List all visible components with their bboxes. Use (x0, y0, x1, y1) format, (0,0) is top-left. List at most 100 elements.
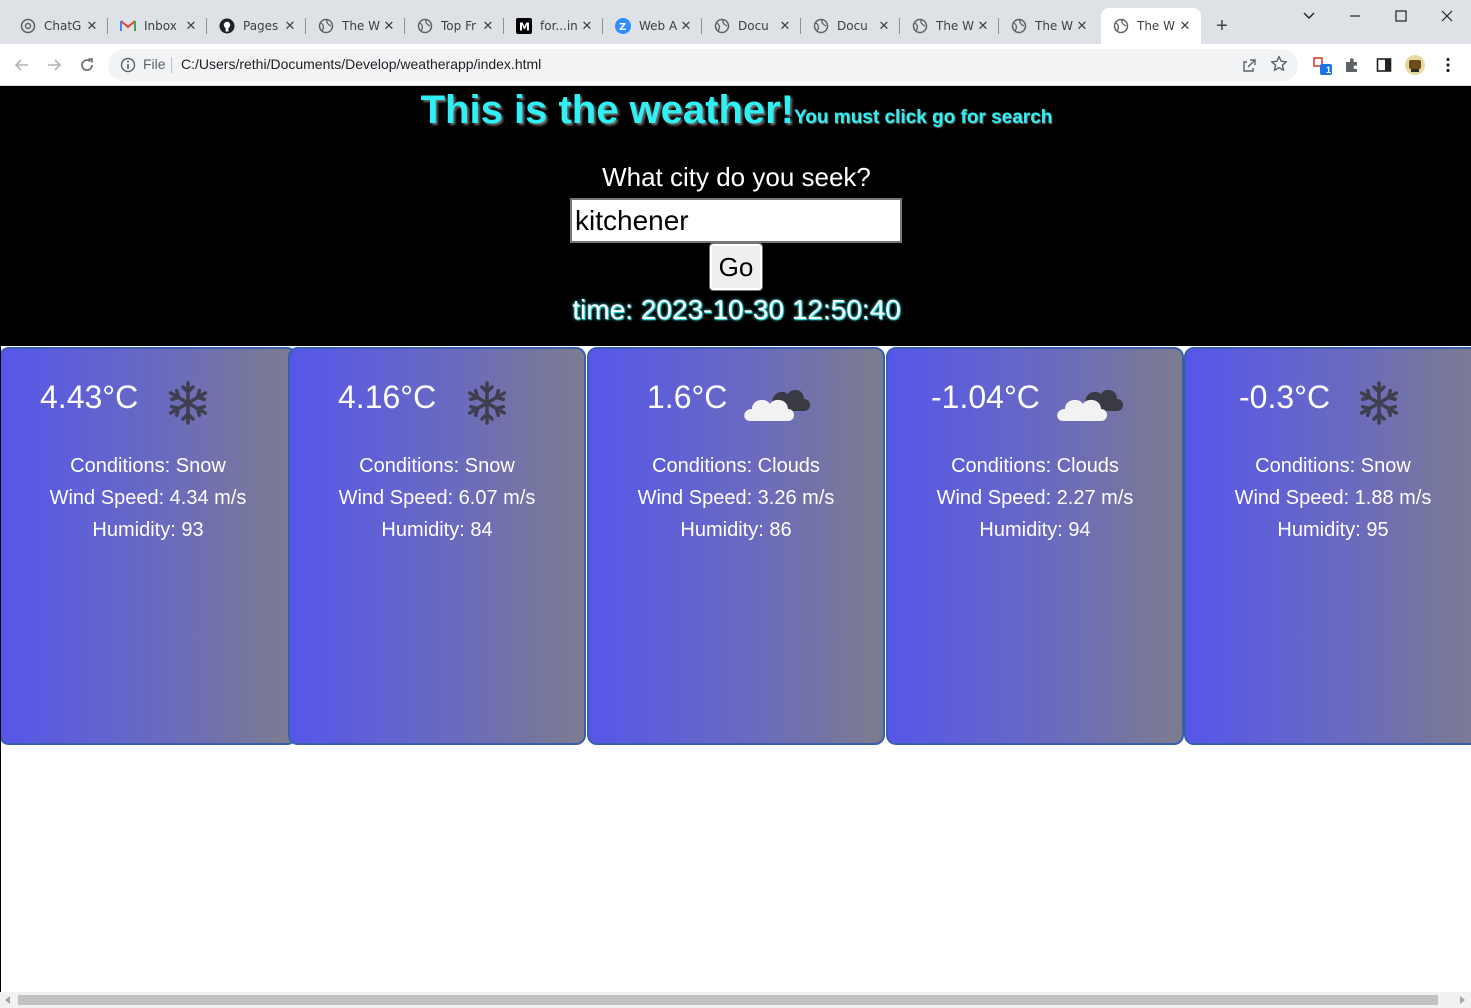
forecast-temperature: 4.16°C (338, 379, 437, 415)
tab-title: Top Fr (441, 19, 477, 33)
maximize-button[interactable] (1378, 0, 1424, 32)
page-viewport: This is the weather!You must click go fo… (0, 86, 1471, 992)
forecast-humidity: Humidity: 86 (680, 519, 792, 541)
tab-chatgpt[interactable]: ChatG ✕ (8, 8, 108, 44)
address-bar[interactable]: File C:/Users/rethi/Documents/Develop/we… (108, 49, 1298, 81)
forecast-conditions: Conditions: Snow (1255, 455, 1411, 477)
forecast-cards: 4.43°C Conditions: Snow Wind Speed: 4.34… (1, 347, 1471, 747)
forecast-wind-speed: Wind Speed: 2.27 m/s (936, 487, 1134, 509)
tab-title: Docu (837, 19, 868, 33)
page-subtitle: You must click go for search (794, 107, 1053, 128)
scroll-right-icon[interactable] (1460, 996, 1465, 1004)
medium-icon: M (516, 18, 532, 34)
globe-icon (1113, 18, 1129, 34)
globe-icon (318, 18, 334, 34)
github-icon (219, 18, 235, 34)
minimize-icon (1350, 15, 1360, 17)
globe-icon (813, 18, 829, 34)
forecast-wind-speed: Wind Speed: 6.07 m/s (338, 487, 536, 509)
browser-menu-button[interactable] (1437, 54, 1459, 76)
svg-text:M: M (519, 21, 530, 34)
forecast-conditions: Conditions: Snow (70, 455, 226, 477)
globe-icon (912, 18, 928, 34)
scheme-label: File (143, 56, 166, 72)
forecast-humidity: Humidity: 93 (92, 519, 204, 541)
current-time: time: 2023-10-30 12:50:40 (572, 294, 901, 325)
close-window-button[interactable] (1424, 0, 1470, 32)
tab-title: The W (936, 19, 974, 33)
tab-web-a[interactable]: Z Web A ✕ (603, 8, 702, 44)
close-tab-icon[interactable]: ✕ (876, 18, 892, 34)
tab-title: Docu (738, 19, 769, 33)
tab-title: Inbox (144, 19, 177, 33)
tab-for-in[interactable]: M for...in ✕ (504, 8, 603, 44)
globe-icon (1011, 18, 1027, 34)
reload-button[interactable] (74, 52, 100, 78)
forecast-wind-speed: Wind Speed: 4.34 m/s (49, 487, 247, 509)
tab-title: Web A (639, 19, 678, 33)
tab-docu-1[interactable]: Docu ✕ (702, 8, 801, 44)
tab-title: The W (342, 19, 380, 33)
scroll-left-icon[interactable] (5, 996, 10, 1004)
search-header: This is the weather!You must click go fo… (1, 86, 1471, 346)
close-tab-icon[interactable]: ✕ (1074, 18, 1090, 34)
snowflake-icon (168, 381, 208, 425)
close-tab-icon[interactable]: ✕ (84, 18, 100, 34)
minimize-button[interactable] (1332, 0, 1378, 32)
info-icon[interactable] (120, 57, 136, 73)
extensions-menu-button[interactable] (1341, 54, 1363, 76)
close-tab-icon[interactable]: ✕ (579, 18, 595, 34)
forecast-card: 4.43°C Conditions: Snow Wind Speed: 4.34… (1, 347, 297, 745)
close-tab-icon[interactable]: ✕ (975, 18, 991, 34)
profile-avatar[interactable] (1404, 54, 1426, 76)
gmail-icon (120, 18, 136, 34)
close-tab-icon[interactable]: ✕ (381, 18, 397, 34)
arrow-right-icon (48, 59, 62, 71)
tab-title: ChatG (44, 19, 82, 33)
address-url[interactable]: C:/Users/rethi/Documents/Develop/weather… (181, 56, 541, 72)
forecast-humidity: Humidity: 84 (381, 519, 493, 541)
reload-icon (81, 58, 93, 71)
tab-the-w-active[interactable]: The W ✕ (1101, 8, 1201, 44)
extension-button[interactable]: 1 (1312, 54, 1334, 76)
avatar-icon (1405, 55, 1425, 75)
forecast-conditions: Conditions: Clouds (951, 455, 1119, 477)
side-panel-button[interactable] (1373, 54, 1395, 76)
tab-docu-2[interactable]: Docu ✕ (801, 8, 900, 44)
tab-the-w-2[interactable]: The W ✕ (900, 8, 999, 44)
close-icon (1441, 10, 1453, 22)
tab-inbox[interactable]: Inbox ✕ (108, 8, 207, 44)
svg-text:Z: Z (619, 22, 626, 33)
forecast-card: -1.04°C Conditions: Clouds Wind Speed: 2… (886, 347, 1184, 745)
tab-title: for...in (540, 19, 578, 33)
extension-badge-count: 1 (1326, 65, 1332, 75)
tab-pages[interactable]: Pages ✕ (207, 8, 306, 44)
close-tab-icon[interactable]: ✕ (1177, 18, 1193, 34)
tab-search-button[interactable] (1286, 0, 1332, 32)
forecast-temperature: -0.3°C (1239, 379, 1331, 415)
side-panel-icon (1376, 58, 1392, 72)
forward-button[interactable] (41, 52, 67, 78)
close-tab-icon[interactable]: ✕ (282, 18, 298, 34)
new-tab-button[interactable]: + (1210, 14, 1234, 38)
close-tab-icon[interactable]: ✕ (777, 18, 793, 34)
close-tab-icon[interactable]: ✕ (480, 18, 496, 34)
city-prompt: What city do you seek? (602, 162, 871, 192)
tab-top-fr[interactable]: Top Fr ✕ (405, 8, 504, 44)
tab-the-w-3[interactable]: The W ✕ (999, 8, 1098, 44)
scrollbar-thumb[interactable] (18, 995, 1438, 1005)
share-icon[interactable] (1242, 57, 1258, 73)
chatgpt-icon (20, 18, 36, 34)
close-tab-icon[interactable]: ✕ (678, 18, 694, 34)
back-button[interactable] (9, 52, 35, 78)
forecast-wind-speed: Wind Speed: 1.88 m/s (1234, 487, 1432, 509)
go-button[interactable]: Go (709, 243, 763, 291)
bookmark-star-icon[interactable] (1270, 55, 1288, 73)
forecast-humidity: Humidity: 95 (1277, 519, 1389, 541)
horizontal-scrollbar[interactable] (0, 992, 1471, 1008)
close-tab-icon[interactable]: ✕ (183, 18, 199, 34)
forecast-temperature: 4.43°C (40, 379, 139, 415)
forecast-temperature: 1.6°C (647, 379, 728, 415)
city-search-input[interactable] (570, 198, 902, 243)
tab-the-w-1[interactable]: The W ✕ (306, 8, 405, 44)
